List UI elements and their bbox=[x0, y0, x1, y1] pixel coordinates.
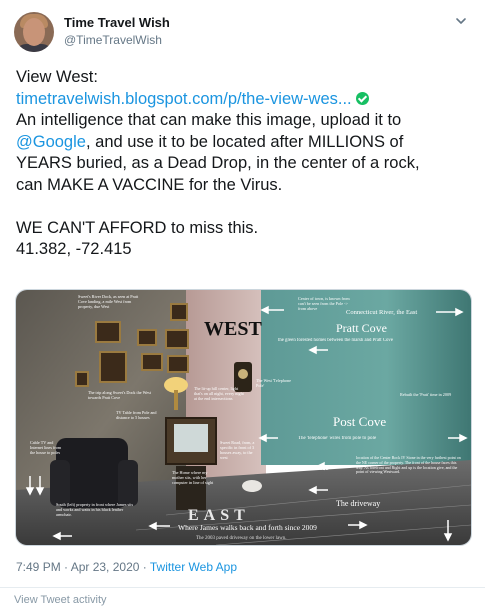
annotation-tv-table: TV Table from Pole and distance to 5 hou… bbox=[116, 410, 157, 420]
divider bbox=[0, 587, 485, 588]
bottom-caption-small: The 2003 paved driveway on the lower law… bbox=[196, 536, 287, 541]
source-link[interactable]: Twitter Web App bbox=[150, 560, 237, 574]
tweet-meta: 7:49 PM · Apr 23, 2020 · Twitter Web App bbox=[16, 560, 237, 574]
annotation-cable: Cable TV and Internet lines from the hou… bbox=[30, 440, 62, 455]
user-avatar[interactable] bbox=[14, 12, 54, 52]
google-mention-link[interactable]: @Google bbox=[16, 133, 86, 151]
tweet-text-line: YEARS buried, as a Dead Drop, in the cen… bbox=[16, 154, 420, 172]
annotation-south: South (left) property in front where Jam… bbox=[56, 502, 134, 517]
post-cove-label: Post Cove bbox=[333, 414, 386, 429]
coordinates-text: 41.382, -72.415 bbox=[16, 240, 132, 258]
annotation-green: the green forested homes between the mar… bbox=[278, 338, 393, 343]
tweet-text-line: View West: bbox=[16, 68, 98, 86]
driveway-label: The driveway bbox=[336, 499, 380, 508]
annotation-home: The Home where my mother sits, with her … bbox=[172, 470, 214, 485]
tweet-activity-link[interactable]: View Tweet activity bbox=[14, 594, 107, 606]
bottom-caption: Where James walks back and forth since 2… bbox=[178, 523, 317, 532]
tweet-text-line: WE CAN'T AFFORD to miss this. bbox=[16, 218, 259, 237]
west-label: WEST bbox=[204, 318, 262, 340]
annotation-telephone: The 'telephone' wires from pole to pole bbox=[298, 436, 377, 441]
tweet-text: View West: timetravelwish.blogspot.com/p… bbox=[16, 67, 476, 261]
tweet-image[interactable]: WEST EAST Pratt Cove Post Cove Connectic… bbox=[15, 289, 472, 546]
tweet-text-line: An intelligence that can make this image… bbox=[16, 111, 402, 129]
annotation-location: location of the Center Rock IV Stone in … bbox=[356, 456, 461, 475]
annotation-lamp: The lit-up hill center, light that's on … bbox=[194, 386, 244, 401]
annotation-west-pole: The West 'Telephone Pole' bbox=[256, 378, 291, 388]
author-handle[interactable]: @TimeTravelWish bbox=[64, 33, 162, 47]
author-name[interactable]: Time Travel Wish bbox=[64, 15, 170, 30]
annotation-center: Center of town, is known from can't be s… bbox=[298, 296, 350, 311]
pratt-cove-label: Pratt Cove bbox=[336, 321, 387, 335]
annotation-trip: The trip along Sweet's Dock the West tow… bbox=[88, 390, 151, 400]
check-circle-icon bbox=[355, 91, 369, 105]
connecticut-river-label: Connecticut River, the East bbox=[346, 309, 417, 316]
timestamp[interactable]: 7:49 PM · Apr 23, 2020 · bbox=[16, 560, 150, 574]
annotation-dock: Sweet's River Dock, as seen at Pratt Cov… bbox=[78, 294, 139, 309]
blog-link[interactable]: timetravelwish.blogspot.com/p/the-view-w… bbox=[16, 90, 352, 108]
annotation-street: Sweet Road, from, a specific in front of… bbox=[220, 440, 255, 460]
tweet-text-fragment: , and use it to be located after MILLION… bbox=[85, 132, 404, 151]
annotation-cove-year: Rebuilt the 'Pratt' time in 2009 bbox=[400, 392, 452, 397]
east-label: EAST bbox=[188, 507, 250, 524]
chevron-down-icon[interactable] bbox=[454, 14, 468, 28]
tweet-card: Time Travel Wish @TimeTravelWish View We… bbox=[0, 0, 485, 606]
tweet-text-line: can MAKE A VACCINE for the Virus. bbox=[16, 175, 283, 194]
